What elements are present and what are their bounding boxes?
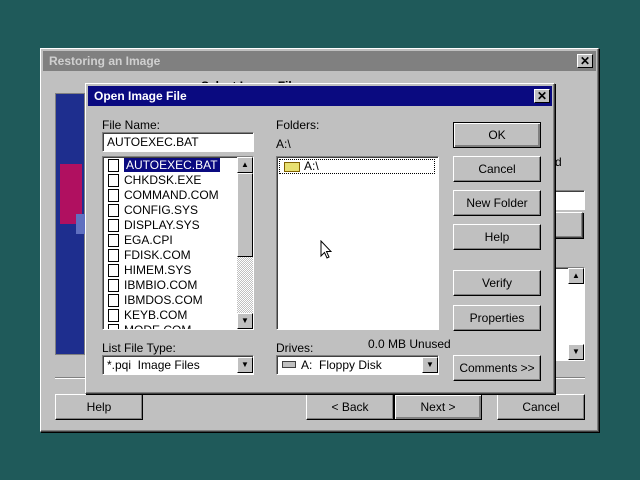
- document-icon: [108, 324, 119, 329]
- back-button[interactable]: < Back: [306, 394, 394, 420]
- wizard-cancel-button[interactable]: Cancel: [497, 394, 585, 420]
- close-icon: ✕: [536, 89, 548, 103]
- comments-label: Comments >>: [459, 361, 535, 375]
- document-icon: [108, 189, 119, 202]
- folders-label: Folders:: [276, 118, 320, 132]
- document-icon: [108, 204, 119, 217]
- list-type-label: List File Type:: [102, 341, 176, 355]
- file-list-item[interactable]: HIMEM.SYS: [104, 263, 236, 278]
- new-folder-label: New Folder: [466, 196, 528, 210]
- file-name-value: AUTOEXEC.BAT: [107, 135, 199, 149]
- file-list-item[interactable]: FDISK.COM: [104, 248, 236, 263]
- file-name-label: File Name:: [102, 118, 161, 132]
- wizard-image-panel: [55, 93, 86, 355]
- scroll-down-arrow-icon[interactable]: ▼: [237, 313, 253, 329]
- file-name-text: CHKDSK.EXE: [124, 173, 202, 187]
- next-label: Next >: [420, 400, 456, 414]
- partial-side-text: d: [555, 155, 562, 169]
- document-icon: [108, 309, 119, 322]
- file-name-text: IBMBIO.COM: [124, 278, 198, 292]
- dialog-help-button[interactable]: Help: [453, 224, 541, 250]
- file-name-text: EGA.CPI: [124, 233, 173, 247]
- restoring-title: Restoring an Image: [49, 54, 161, 68]
- file-name-input[interactable]: AUTOEXEC.BAT: [102, 132, 254, 152]
- ok-button[interactable]: OK: [453, 122, 541, 148]
- file-list-item[interactable]: CONFIG.SYS: [104, 203, 236, 218]
- open-folder-icon: [284, 162, 300, 172]
- partial-scroll-down[interactable]: ▼: [568, 344, 584, 360]
- ok-label: OK: [488, 128, 506, 142]
- document-icon: [108, 174, 119, 187]
- list-type-select[interactable]: *.pqi Image Files ▼: [102, 355, 254, 375]
- file-list-item[interactable]: IBMBIO.COM: [104, 278, 236, 293]
- file-list-item[interactable]: EGA.CPI: [104, 233, 236, 248]
- restoring-titlebar: Restoring an Image: [43, 51, 596, 71]
- dialog-title: Open Image File: [94, 89, 187, 103]
- file-list-item[interactable]: MODE.COM: [104, 323, 236, 330]
- file-name-text: MODE.COM: [124, 323, 192, 330]
- file-list-item[interactable]: AUTOEXEC.BAT: [104, 158, 236, 173]
- mouse-pointer-icon: [320, 240, 332, 259]
- close-icon: ✕: [579, 54, 591, 68]
- properties-button[interactable]: Properties: [453, 305, 541, 331]
- document-icon: [108, 234, 119, 247]
- floppy-drive-icon: [282, 361, 296, 368]
- comments-button[interactable]: Comments >>: [453, 355, 541, 381]
- file-name-text: IBMDOS.COM: [124, 293, 203, 307]
- file-list[interactable]: AUTOEXEC.BAT CHKDSK.EXE COMMAND.COM CONFIG.…: [102, 156, 254, 330]
- file-list-item[interactable]: CHKDSK.EXE: [104, 173, 236, 188]
- document-icon: [108, 294, 119, 307]
- folder-item[interactable]: A:\: [279, 159, 435, 174]
- file-list-item[interactable]: DISPLAY.SYS: [104, 218, 236, 233]
- scroll-track[interactable]: [237, 173, 253, 313]
- file-name-text: AUTOEXEC.BAT: [124, 158, 220, 172]
- file-list-scrollbar[interactable]: ▲ ▼: [237, 157, 253, 329]
- dialog-cancel-label: Cancel: [478, 162, 516, 176]
- wizard-help-button[interactable]: Help: [55, 394, 143, 420]
- open-image-dialog: Open Image File ✕ File Name: AUTOEXEC.BA…: [85, 83, 555, 394]
- next-button[interactable]: Next >: [394, 394, 482, 420]
- document-icon: [108, 249, 119, 262]
- verify-button[interactable]: Verify: [453, 270, 541, 296]
- file-name-text: KEYB.COM: [124, 308, 188, 322]
- new-folder-button[interactable]: New Folder: [453, 190, 541, 216]
- file-list-item[interactable]: COMMAND.COM: [104, 188, 236, 203]
- wizard-help-label: Help: [86, 400, 112, 414]
- file-list-items: AUTOEXEC.BAT CHKDSK.EXE COMMAND.COM CONFIG.…: [104, 158, 236, 330]
- drives-label: Drives:: [276, 341, 314, 355]
- file-list-item[interactable]: IBMDOS.COM: [104, 293, 236, 308]
- verify-label: Verify: [481, 276, 512, 290]
- wizard-cancel-label: Cancel: [522, 400, 560, 414]
- file-name-text: FDISK.COM: [124, 248, 191, 262]
- document-icon: [108, 264, 119, 277]
- document-icon: [108, 159, 119, 172]
- folder-list[interactable]: A:\: [276, 156, 439, 330]
- scroll-thumb[interactable]: [237, 173, 253, 257]
- file-name-text: COMMAND.COM: [124, 188, 219, 202]
- drives-select[interactable]: A: Floppy Disk ▼: [276, 355, 439, 375]
- dialog-cancel-button[interactable]: Cancel: [453, 156, 541, 182]
- file-name-text: HIMEM.SYS: [124, 263, 192, 277]
- drives-value: A: Floppy Disk: [301, 358, 382, 372]
- folder-item-label: A:\: [304, 159, 319, 173]
- back-label: < Back: [331, 400, 369, 414]
- document-icon: [108, 219, 119, 232]
- restoring-close-button[interactable]: ✕: [577, 54, 593, 68]
- dialog-titlebar: Open Image File: [88, 86, 552, 106]
- scroll-track-lower[interactable]: [237, 257, 253, 313]
- dialog-help-label: Help: [484, 230, 510, 244]
- scroll-up-arrow-icon[interactable]: ▲: [237, 157, 253, 173]
- dialog-close-button[interactable]: ✕: [534, 89, 550, 103]
- chevron-down-icon[interactable]: ▼: [422, 357, 438, 373]
- file-name-text: DISPLAY.SYS: [124, 218, 200, 232]
- properties-label: Properties: [469, 311, 525, 325]
- file-name-text: CONFIG.SYS: [124, 203, 199, 217]
- current-path: A:\: [276, 137, 291, 151]
- partial-scroll-up[interactable]: ▲: [568, 268, 584, 284]
- drive-space: 0.0 MB Unused: [368, 337, 451, 351]
- file-list-item[interactable]: KEYB.COM: [104, 308, 236, 323]
- list-type-value: *.pqi Image Files: [107, 358, 200, 372]
- chevron-down-icon[interactable]: ▼: [237, 357, 253, 373]
- document-icon: [108, 279, 119, 292]
